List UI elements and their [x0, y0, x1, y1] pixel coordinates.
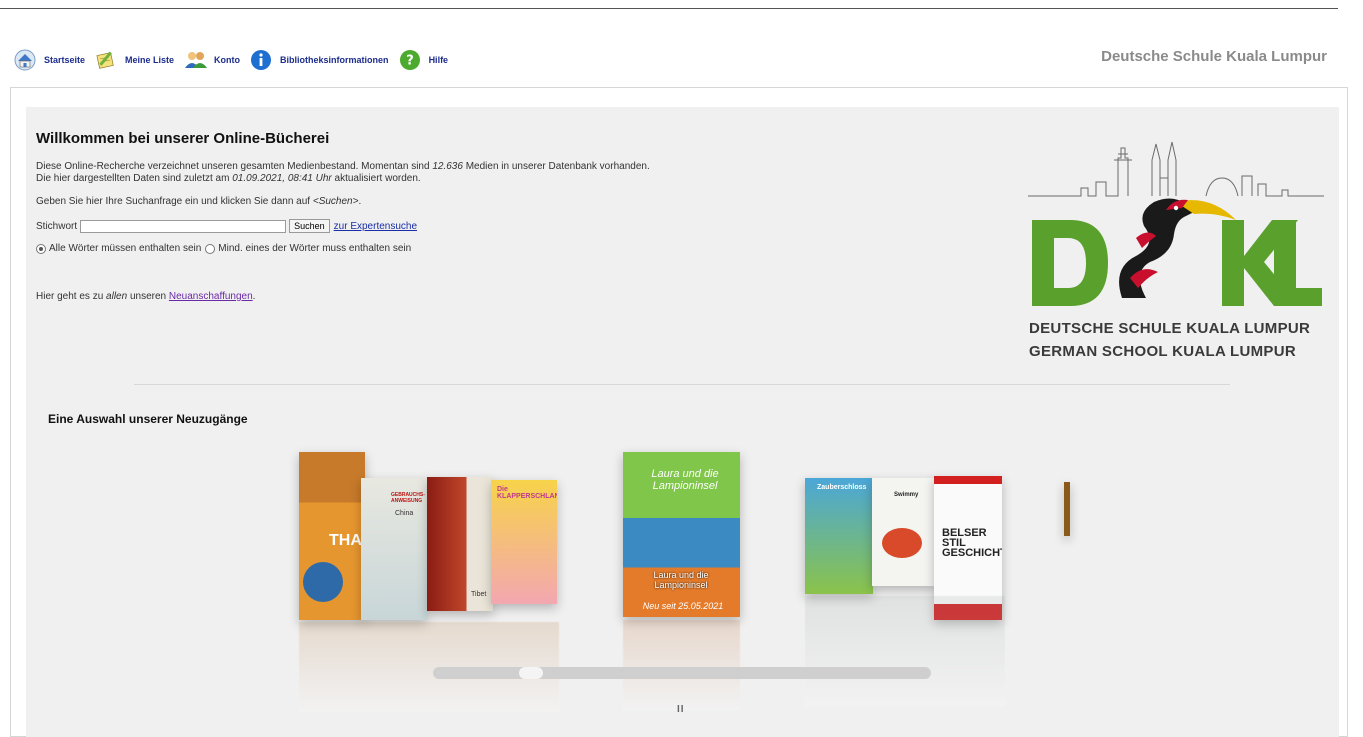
cover-caption: Laura und die Lampioninsel [653, 570, 709, 590]
text-part: . [252, 291, 256, 302]
home-icon [14, 49, 36, 71]
search-instructions: Geben Sie hier Ihre Suchanfrage ein und … [36, 196, 361, 207]
nav-meine-liste[interactable]: Meine Liste [95, 49, 174, 71]
search-input[interactable] [80, 219, 287, 233]
radio-all-words[interactable] [36, 243, 46, 254]
cover-reflection [623, 620, 740, 710]
book-cover-klapperschlangen[interactable]: Die KLAPPERSCHLANGEN [491, 480, 557, 604]
media-count: 12.636 [432, 161, 463, 172]
intro-text-part: Medien in unserer Datenbank vorhanden. [462, 161, 650, 172]
cover-text: Zauberschloss [817, 484, 867, 491]
nav-hilfe[interactable]: ? Hilfe [399, 49, 449, 71]
instructions-part: Geben Sie hier Ihre Suchanfrage ein und … [36, 196, 313, 207]
site-title: Deutsche Schule Kuala Lumpur [1101, 48, 1327, 65]
top-nav: Startseite Meine Liste Konto Bibliotheks… [14, 48, 458, 72]
book-cover-tibet[interactable]: Tibet [427, 477, 493, 611]
logo-line-german: DEUTSCHE SCHULE KUALA LUMPUR [1029, 320, 1311, 337]
expert-search-link[interactable]: zur Expertensuche [334, 221, 417, 232]
instructions-em: <Suchen> [312, 196, 359, 207]
info-icon [250, 49, 272, 71]
section-divider [134, 384, 1230, 385]
nav-label: Bibliotheksinformationen [280, 55, 389, 65]
new-arrivals-title: Eine Auswahl unserer Neuzugänge [48, 412, 248, 426]
nav-label: Meine Liste [125, 55, 175, 65]
help-icon: ? [399, 49, 421, 71]
text-part: Hier geht es zu [36, 291, 107, 302]
cover-text: THA [329, 532, 362, 549]
users-icon [184, 49, 208, 71]
radio-all-label: Alle Wörter müssen enthalten sein [49, 243, 202, 254]
cover-text: Die KLAPPERSCHLANGEN [497, 486, 557, 500]
logo-line-english: GERMAN SCHOOL KUALA LUMPUR [1029, 343, 1296, 360]
intro-text-part: Die hier dargestellten Daten sind zuletz… [36, 173, 233, 184]
carousel-scroll-thumb[interactable] [519, 667, 543, 679]
cover-badge [303, 562, 343, 602]
radio-any-label: Mind. eines der Wörter muss enthalten se… [218, 243, 412, 254]
pause-button[interactable]: II [677, 704, 685, 715]
nav-startseite[interactable]: Startseite [14, 49, 85, 71]
new-acquisitions-link[interactable]: Neuanschaffungen [169, 291, 253, 302]
cover-text: GEBRAUCHS­ANWEISUNG [391, 492, 425, 504]
carousel-scrollbar[interactable] [433, 667, 931, 679]
radio-any-word[interactable] [205, 243, 216, 254]
cover-illustration [882, 528, 922, 558]
new-since-label: Neu seit 25.05.2021 [642, 601, 724, 611]
search-form: Stichwort Suchen zur Expertensuche [36, 219, 417, 233]
book-cover-edge[interactable] [1064, 482, 1070, 536]
cover-text: China [395, 510, 414, 517]
nav-label: Startseite [44, 55, 86, 65]
book-cover-laura-lampioninsel[interactable]: Laura und die Lampioninsel Laura und die… [623, 452, 740, 617]
nav-konto[interactable]: Konto [184, 49, 240, 71]
cover-text: Tibet [471, 591, 487, 598]
notepad-pencil-icon [95, 49, 117, 71]
intro-text: Diese Online-Recherche verzeichnet unser… [36, 161, 650, 185]
cover-text: Swimmy [894, 492, 919, 498]
search-label: Stichwort [36, 220, 78, 232]
book-cover-china[interactable]: GEBRAUCHS­ANWEISUNG China [361, 478, 427, 620]
cover-text: BELSER STIL GESCHICHTE [942, 527, 1002, 559]
nav-label: Hilfe [428, 55, 449, 65]
match-mode-options: Alle Wörter müssen enthalten sein Mind. … [36, 243, 411, 254]
intro-text-part: Diese Online-Recherche verzeichnet unser… [36, 161, 433, 172]
intro-text-part: aktualisiert worden. [331, 173, 421, 184]
new-acquisitions-text: Hier geht es zu allen unseren Neuanschaf… [36, 291, 255, 302]
book-cover-zauberschloss[interactable]: Zauberschloss [805, 478, 873, 594]
svg-text:?: ? [406, 54, 414, 69]
nav-bibliotheksinformationen[interactable]: Bibliotheksinformationen [250, 49, 389, 71]
text-part: unseren [127, 291, 169, 302]
cover-reflection [805, 596, 1005, 706]
update-timestamp: 01.09.2021, 08:41 Uhr [232, 173, 332, 184]
instructions-part: . [358, 196, 362, 207]
text-em: allen [106, 291, 128, 302]
nav-label: Konto [214, 55, 241, 65]
cover-title-text: Laura und die Lampioninsel [651, 468, 719, 492]
page-title: Willkommen bei unserer Online-Bücherei [36, 130, 330, 147]
book-cover-thailand[interactable]: THA [299, 452, 365, 620]
search-button[interactable]: Suchen [289, 219, 330, 233]
book-cover-swimmy[interactable]: Swimmy [872, 478, 936, 586]
top-rule [0, 8, 1338, 9]
